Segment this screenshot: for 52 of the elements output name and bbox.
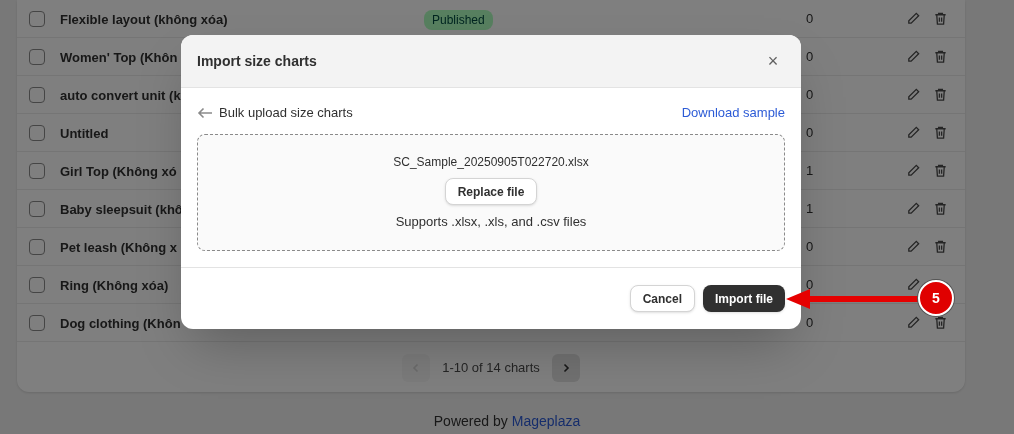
chart-name: Flexible layout (không xóa) [60,11,228,27]
next-page-button[interactable] [551,354,580,382]
row-checkbox[interactable] [29,314,45,331]
edit-icon[interactable] [906,87,921,102]
edit-icon[interactable] [906,315,921,330]
edit-icon[interactable] [906,11,921,26]
row-checkbox[interactable] [29,276,45,293]
cancel-button[interactable]: Cancel [629,285,695,312]
chart-name: Ring (Không xóa) [60,277,169,293]
count-cell-text: 0 [806,313,815,332]
row-checkbox[interactable] [29,200,45,217]
count-cell-text: 0 [806,9,815,28]
chart-name: Girl Top (Không xó [60,163,177,179]
count-cell-text: 0 [806,275,815,294]
count-cell-text: 0 [806,47,815,66]
count-cell-text: 1 [806,161,815,180]
delete-icon[interactable] [933,315,948,330]
row-checkbox[interactable] [29,124,45,141]
file-name: SC_Sample_20250905T022720.xlsx [393,154,589,172]
row-checkbox[interactable] [29,238,45,255]
count-cell-text: 1 [806,199,815,218]
edit-icon[interactable] [906,201,921,216]
chart-name: auto convert unit (k [60,87,181,103]
close-button[interactable]: × [761,49,785,73]
edit-icon[interactable] [906,49,921,64]
count-cell-text: 0 [806,85,815,104]
edit-icon[interactable] [906,239,921,254]
modal-title: Import size charts [197,51,317,71]
chart-name: Untitled [60,125,109,141]
footer-text: Powered by [433,412,508,430]
edit-icon[interactable] [906,277,921,292]
status-badge: Published [424,9,493,30]
row-checkbox[interactable] [29,48,45,65]
chart-name: Baby sleepsuit (khô [60,201,183,217]
edit-icon[interactable] [906,125,921,140]
count-cell-text: 0 [806,123,815,142]
pagination-label: 1-10 of 14 charts [442,359,540,378]
chart-name: Dog clothing (Khôn [60,315,181,331]
row-checkbox[interactable] [29,162,45,179]
file-drop-zone[interactable]: SC_Sample_20250905T022720.xlsx Replace file Supports .xlsx, .xls, and .csv files [197,134,785,251]
row-checkbox[interactable] [29,86,45,103]
file-types-hint: Supports .xlsx, .xls, and .csv files [395,213,587,232]
chart-name: Women' Top (Khôn [60,49,178,65]
chart-name: Pet leash (Không x [60,239,178,255]
download-sample-link[interactable]: Download sample [681,103,785,123]
replace-file-button[interactable]: Replace file [444,178,538,206]
row-checkbox[interactable] [29,10,45,27]
back-arrow-icon[interactable] [197,107,213,119]
count-cell-text: 0 [806,237,815,256]
section-title: Bulk upload size charts [219,104,353,123]
import-file-button[interactable]: Import file [703,285,785,312]
edit-icon[interactable] [906,163,921,178]
